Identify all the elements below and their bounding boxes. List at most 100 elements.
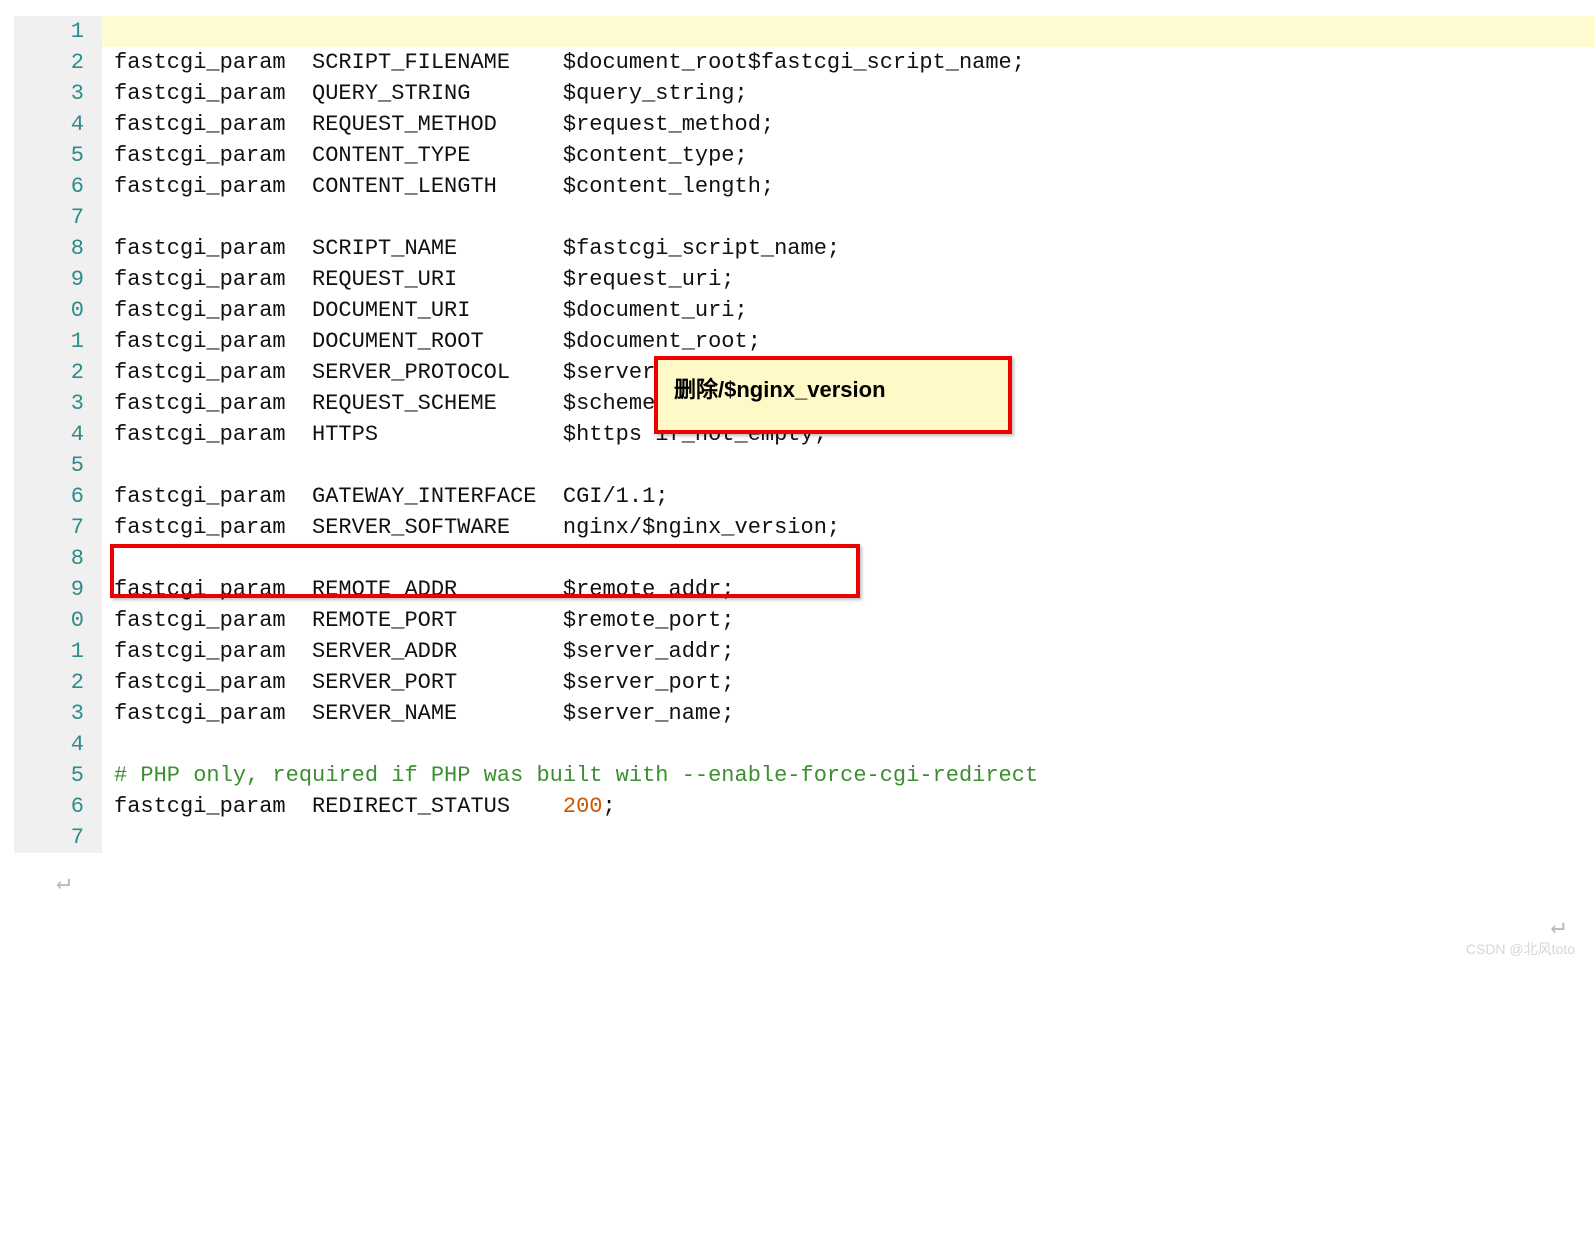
line-number: 6: [14, 171, 102, 202]
code-content[interactable]: fastcgi_param DOCUMENT_ROOT $document_ro…: [102, 326, 1595, 357]
line-number: 8: [14, 233, 102, 264]
code-line[interactable]: 7: [14, 822, 1595, 853]
code-content[interactable]: [102, 16, 1595, 47]
line-number: 2: [14, 667, 102, 698]
code-content[interactable]: fastcgi_param REQUEST_METHOD $request_me…: [102, 109, 1595, 140]
code-content[interactable]: [102, 729, 1595, 760]
line-number: 2: [14, 47, 102, 78]
code-token: ;: [602, 794, 615, 819]
line-number: 7: [14, 512, 102, 543]
code-content[interactable]: fastcgi_param DOCUMENT_URI $document_uri…: [102, 295, 1595, 326]
code-token: fastcgi_param CONTENT_TYPE $content_type…: [114, 143, 748, 168]
line-number: 8: [14, 543, 102, 574]
code-content[interactable]: fastcgi_param REMOTE_PORT $remote_port;: [102, 605, 1595, 636]
code-token: fastcgi_param REMOTE_PORT $remote_port;: [114, 608, 735, 633]
code-line[interactable]: 8fastcgi_param SCRIPT_NAME $fastcgi_scri…: [14, 233, 1595, 264]
code-line[interactable]: 0 fastcgi_param REMOTE_PORT $remote_port;: [14, 605, 1595, 636]
code-line[interactable]: 5: [14, 450, 1595, 481]
line-number: 4: [14, 419, 102, 450]
code-line[interactable]: 6fastcgi_param REDIRECT_STATUS 200;: [14, 791, 1595, 822]
line-number: 0: [14, 605, 102, 636]
code-content[interactable]: fastcgi_param GATEWAY_INTERFACE CGI/1.1;: [102, 481, 1595, 512]
code-token: fastcgi_param REQUEST_SCHEME $scheme;: [114, 391, 669, 416]
watermark-text: CSDN @北风toto: [1466, 939, 1575, 959]
line-number: 0: [14, 295, 102, 326]
code-token: fastcgi_param SCRIPT_FILENAME $document_…: [114, 50, 1025, 75]
code-content[interactable]: [102, 450, 1595, 481]
code-token: fastcgi_param REQUEST_METHOD $request_me…: [114, 112, 774, 137]
line-number: 7: [14, 202, 102, 233]
line-number: 1: [14, 636, 102, 667]
line-number: 6: [14, 791, 102, 822]
code-content[interactable]: fastcgi_param REMOTE_ADDR $remote_addr;: [102, 574, 1595, 605]
code-line[interactable]: 4 fastcgi_param REQUEST_METHOD $request_m…: [14, 109, 1595, 140]
code-token: fastcgi_param REQUEST_URI $request_uri;: [114, 267, 735, 292]
code-line[interactable]: 3 fastcgi_param QUERY_STRING $query_strin…: [14, 78, 1595, 109]
code-content[interactable]: fastcgi_param SERVER_ADDR $server_addr;: [102, 636, 1595, 667]
code-token: fastcgi_param REDIRECT_STATUS: [114, 794, 563, 819]
code-content[interactable]: fastcgi_param SCRIPT_NAME $fastcgi_scrip…: [102, 233, 1595, 264]
line-number: 3: [14, 78, 102, 109]
code-content[interactable]: fastcgi_param SERVER_SOFTWARE nginx/$ngi…: [102, 512, 1595, 543]
code-token: fastcgi_param DOCUMENT_ROOT $document_ro…: [114, 329, 761, 354]
code-content[interactable]: fastcgi_param SERVER_NAME $server_name;: [102, 698, 1595, 729]
code-token: fastcgi_param SERVER_ADDR $server_addr;: [114, 639, 735, 664]
line-number: 5: [14, 760, 102, 791]
line-number: 7: [14, 822, 102, 853]
line-number: 6: [14, 481, 102, 512]
code-token: fastcgi_param DOCUMENT_URI $document_uri…: [114, 298, 748, 323]
code-line[interactable]: 5 fastcgi_param CONTENT_TYPE $content_typ…: [14, 140, 1595, 171]
code-content[interactable]: [102, 543, 1595, 574]
code-token: fastcgi_param SERVER_NAME $server_name;: [114, 701, 735, 726]
code-token: fastcgi_param REMOTE_ADDR $remote_addr;: [114, 577, 735, 602]
code-line[interactable]: 1 fastcgi_param DOCUMENT_ROOT $document_r…: [14, 326, 1595, 357]
line-number: 2: [14, 357, 102, 388]
paragraph-mark-icon: ↵: [1551, 911, 1565, 941]
code-line[interactable]: 6 fastcgi_param CONTENT_LENGTH $content_l…: [14, 171, 1595, 202]
code-line[interactable]: 2 fastcgi_param SERVER_PORT $server_port;: [14, 667, 1595, 698]
code-line[interactable]: 7 fastcgi_param SERVER_SOFTWARE nginx/$ng…: [14, 512, 1595, 543]
line-number: 4: [14, 109, 102, 140]
code-content[interactable]: fastcgi_param QUERY_STRING $query_string…: [102, 78, 1595, 109]
code-token: fastcgi_param SERVER_PORT $server_port;: [114, 670, 735, 695]
line-number: 3: [14, 698, 102, 729]
code-line[interactable]: 3 fastcgi_param SERVER_NAME $server_name;: [14, 698, 1595, 729]
code-line[interactable]: 2 fastcgi_param SCRIPT_FILENAME $document…: [14, 47, 1595, 78]
line-number: 5: [14, 450, 102, 481]
code-token: fastcgi_param QUERY_STRING $query_string…: [114, 81, 748, 106]
code-line[interactable]: 6 fastcgi_param GATEWAY_INTERFACE CGI/1.1…: [14, 481, 1595, 512]
line-number: 9: [14, 264, 102, 295]
code-token: fastcgi_param GATEWAY_INTERFACE CGI/1.1;: [114, 484, 669, 509]
code-content[interactable]: fastcgi_param REDIRECT_STATUS 200;: [102, 791, 1595, 822]
code-content[interactable]: fastcgi_param REQUEST_URI $request_uri;: [102, 264, 1595, 295]
code-token: 200: [563, 794, 603, 819]
annotation-note: 删除/$nginx_version: [654, 356, 1012, 434]
code-line[interactable]: 1 fastcgi_param SERVER_ADDR $server_addr;: [14, 636, 1595, 667]
code-content[interactable]: [102, 822, 1595, 853]
code-content[interactable]: fastcgi_param CONTENT_LENGTH $content_le…: [102, 171, 1595, 202]
code-line[interactable]: 9 fastcgi_param REQUEST_URI $request_uri;: [14, 264, 1595, 295]
code-content[interactable]: fastcgi_param SERVER_PORT $server_port;: [102, 667, 1595, 698]
line-number: 9: [14, 574, 102, 605]
code-content[interactable]: fastcgi_param SCRIPT_FILENAME $document_…: [102, 47, 1595, 78]
code-line[interactable]: 1: [14, 16, 1595, 47]
line-number: 1: [14, 16, 102, 47]
code-token: fastcgi_param CONTENT_LENGTH $content_le…: [114, 174, 774, 199]
code-token: # PHP only, required if PHP was built wi…: [114, 763, 1038, 788]
code-line[interactable]: 8: [14, 543, 1595, 574]
code-token: fastcgi_param SERVER_SOFTWARE nginx/$ngi…: [114, 515, 840, 540]
line-number: 5: [14, 140, 102, 171]
code-content[interactable]: fastcgi_param CONTENT_TYPE $content_type…: [102, 140, 1595, 171]
line-number: 3: [14, 388, 102, 419]
annotation-note-text: 删除/$nginx_version: [674, 377, 886, 402]
code-line[interactable]: 0 fastcgi_param DOCUMENT_URI $document_ur…: [14, 295, 1595, 326]
line-number: 4: [14, 729, 102, 760]
code-editor[interactable]: 12fastcgi_param SCRIPT_FILENAME $documen…: [0, 0, 1595, 853]
code-line[interactable]: 5 # PHP only, required if PHP was built w…: [14, 760, 1595, 791]
line-number: 1: [14, 326, 102, 357]
code-line[interactable]: 9 fastcgi_param REMOTE_ADDR $remote_addr;: [14, 574, 1595, 605]
code-content[interactable]: [102, 202, 1595, 233]
code-line[interactable]: 7: [14, 202, 1595, 233]
code-content[interactable]: # PHP only, required if PHP was built wi…: [102, 760, 1595, 791]
code-line[interactable]: 4: [14, 729, 1595, 760]
